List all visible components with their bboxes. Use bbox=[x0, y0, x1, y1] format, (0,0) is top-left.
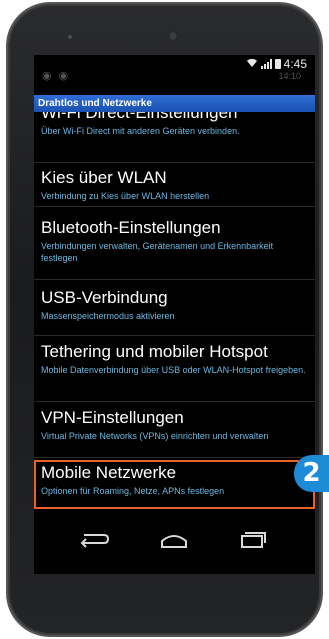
list-item-usb[interactable]: USB-Verbindung Massenspeichermodus aktiv… bbox=[34, 288, 315, 322]
signal-icon bbox=[260, 59, 272, 69]
list-item-title: VPN-Einstellungen bbox=[41, 408, 184, 427]
divider bbox=[34, 162, 315, 163]
list-item-title: Kies über WLAN bbox=[41, 168, 167, 187]
divider bbox=[34, 206, 315, 207]
status-icons: 4:45 bbox=[246, 57, 307, 71]
page-title: Drahtlos und Netzwerke bbox=[34, 95, 315, 112]
sensor-dot bbox=[68, 35, 72, 39]
list-item-title: Wi-Fi Direct-Einstellungen bbox=[41, 112, 238, 122]
wifi-icon bbox=[246, 58, 258, 71]
list-item-subtitle: Über Wi-Fi Direct mit anderen Geräten ve… bbox=[41, 126, 240, 136]
highlight-frame bbox=[34, 460, 315, 509]
back-icon[interactable] bbox=[74, 529, 114, 553]
divider bbox=[34, 457, 315, 458]
list-item-subtitle: Verbindungen verwalten, Gerätenamen und … bbox=[41, 241, 274, 263]
list-item-title: Tethering und mobiler Hotspot bbox=[41, 342, 268, 361]
ghost-time: 14:10 bbox=[278, 71, 301, 81]
list-item-subtitle: Mobile Datenverbindung über USB oder WLA… bbox=[41, 365, 306, 375]
divider bbox=[34, 279, 315, 280]
front-camera bbox=[168, 31, 178, 41]
recent-apps-icon[interactable] bbox=[232, 529, 272, 553]
status-bar: ◉ ◉ 14:10 4:45 bbox=[34, 55, 315, 82]
list-item-wifi-direct[interactable]: Wi-Fi Direct-Einstellungen Über Wi-Fi Di… bbox=[34, 112, 315, 162]
list-item-subtitle: Verbindung zu Kies über WLAN herstellen bbox=[41, 191, 210, 201]
status-time: 4:45 bbox=[283, 57, 307, 71]
list-item-tethering[interactable]: Tethering und mobiler Hotspot Mobile Dat… bbox=[34, 342, 315, 376]
step-badge: 2 bbox=[294, 455, 329, 492]
divider bbox=[34, 401, 315, 402]
list-item-title: USB-Verbindung bbox=[41, 288, 168, 307]
ghost-notification-icons: ◉ ◉ bbox=[42, 70, 71, 82]
navigation-bar bbox=[34, 518, 315, 574]
battery-icon bbox=[274, 59, 281, 69]
list-item-subtitle: Massenspeichermodus aktivieren bbox=[41, 311, 175, 321]
phone-screen: ◉ ◉ 14:10 4:45 Drahtlos und Netzwerke Wi… bbox=[34, 55, 315, 574]
home-icon[interactable] bbox=[154, 529, 194, 553]
list-item-subtitle: Virtual Private Networks (VPNs) einricht… bbox=[41, 431, 269, 441]
list-item-bluetooth[interactable]: Bluetooth-Einstellungen Verbindungen ver… bbox=[34, 218, 315, 264]
divider bbox=[34, 335, 315, 336]
list-item-kies-wlan[interactable]: Kies über WLAN Verbindung zu Kies über W… bbox=[34, 168, 315, 202]
list-item-title: Bluetooth-Einstellungen bbox=[41, 218, 221, 237]
phone-frame: ◉ ◉ 14:10 4:45 Drahtlos und Netzwerke Wi… bbox=[8, 4, 321, 635]
list-item-vpn[interactable]: VPN-Einstellungen Virtual Private Networ… bbox=[34, 408, 315, 442]
